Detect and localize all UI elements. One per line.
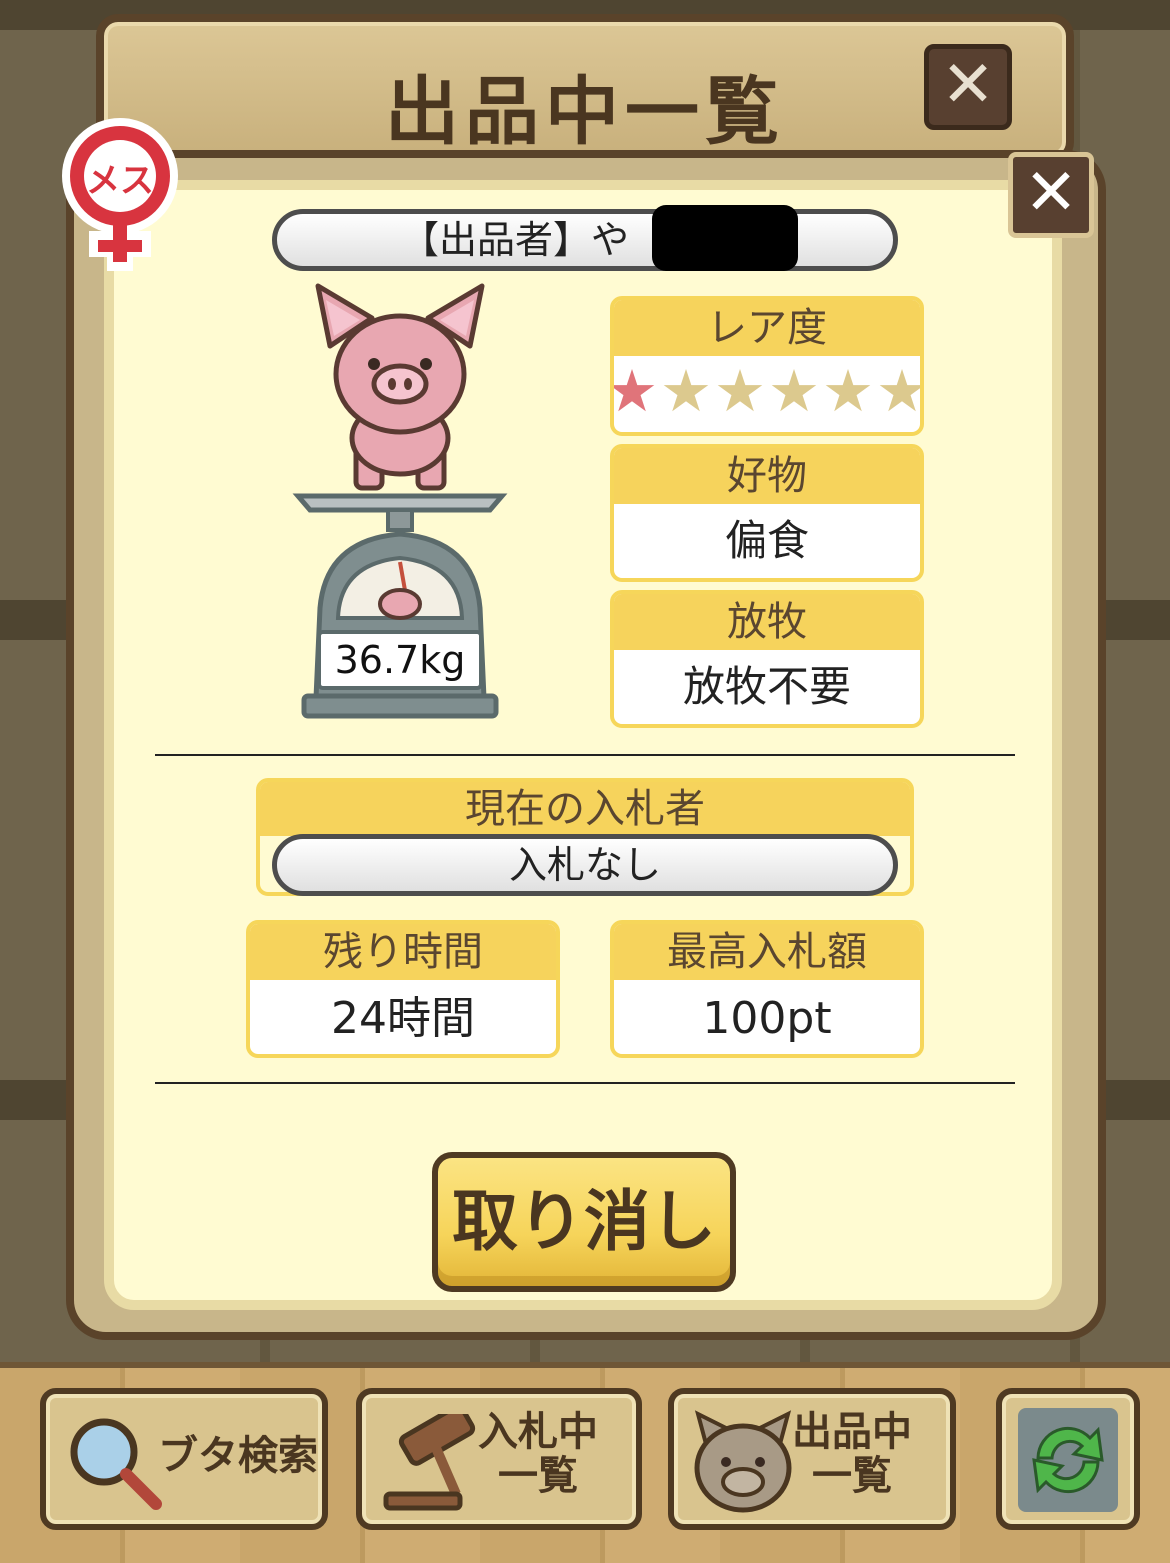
rarity-stars: ★ ★ ★ ★ ★ ★ — [614, 356, 920, 426]
page-title: 出品中一覧 — [385, 69, 785, 155]
cancel-listing-button[interactable]: 取り消し — [432, 1152, 736, 1292]
gender-label: メス — [86, 161, 154, 201]
time-left-value: 24時間 — [331, 993, 475, 1044]
close-icon: ✕ — [1024, 156, 1078, 230]
divider — [155, 754, 1015, 756]
tab-pig-search[interactable]: ブタ検索 — [40, 1388, 328, 1530]
star-empty-icon: ★ — [876, 357, 924, 425]
tab-pig-search-label: ブタ検索 — [158, 1433, 318, 1479]
close-detail-button[interactable]: ✕ — [1008, 152, 1094, 238]
tab-listing-list-label: 出品中 一覧 — [792, 1409, 912, 1499]
weight-readout: 36.7kg — [317, 630, 483, 690]
grazing-box: 放牧 放牧不要 — [610, 590, 924, 728]
grazing-label: 放牧 — [614, 594, 920, 650]
star-empty-icon: ★ — [660, 357, 712, 425]
tab-bidding-list-label: 入札中 一覧 — [478, 1409, 598, 1499]
seller-name: 【出品者】や — [272, 209, 898, 271]
divider — [155, 1082, 1015, 1084]
highest-bid-box: 最高入札額 100pt — [610, 920, 924, 1058]
time-left-box: 残り時間 24時間 — [246, 920, 560, 1058]
star-empty-icon: ★ — [714, 357, 766, 425]
highest-bid-value: 100pt — [702, 993, 832, 1044]
close-list-button[interactable]: ✕ — [924, 44, 1012, 130]
magnifier-icon — [70, 1418, 162, 1510]
current-bidder-label: 現在の入札者 — [260, 782, 910, 836]
female-symbol-icon: メス — [62, 118, 178, 271]
rarity-label: レア度 — [614, 300, 920, 356]
star-empty-icon: ★ — [822, 357, 874, 425]
refresh-button[interactable] — [996, 1388, 1140, 1530]
star-filled-icon: ★ — [610, 357, 658, 425]
female-badge: メス — [50, 112, 190, 272]
highest-bid-label: 最高入札額 — [614, 924, 920, 980]
star-empty-icon: ★ — [768, 357, 820, 425]
favorite-food-label: 好物 — [614, 448, 920, 504]
pig-face-icon — [694, 1410, 792, 1513]
grazing-value: 放牧不要 — [682, 662, 851, 711]
redacted-name — [652, 205, 798, 271]
tab-listing-list[interactable]: 出品中 一覧 — [668, 1388, 956, 1530]
gavel-icon — [383, 1414, 476, 1511]
refresh-icon — [1018, 1408, 1118, 1512]
tab-bidding-list[interactable]: 入札中 一覧 — [356, 1388, 642, 1530]
favorite-food-box: 好物 偏食 — [610, 444, 924, 582]
rarity-box: レア度 ★ ★ ★ ★ ★ ★ — [610, 296, 924, 436]
current-bidder-value: 入札なし — [272, 834, 898, 896]
close-icon: ✕ — [941, 48, 995, 122]
time-left-label: 残り時間 — [250, 924, 556, 980]
favorite-food-value: 偏食 — [724, 516, 809, 565]
